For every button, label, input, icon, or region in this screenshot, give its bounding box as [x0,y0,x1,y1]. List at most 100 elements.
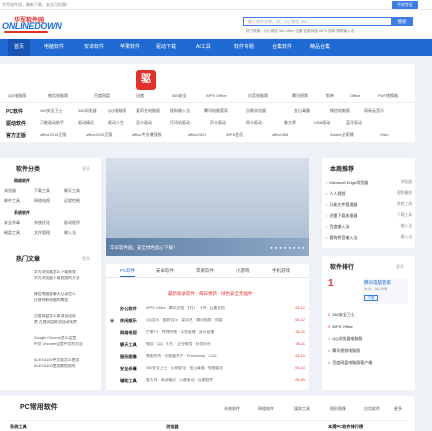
keyword-link[interactable]: 网卡驱动 [246,120,262,126]
keyword-link[interactable]: 鲁大师 [284,120,296,126]
category-link[interactable]: 下载工具 [34,188,50,194]
banner-pager-dots[interactable]: ● ● ● ● ● ● ● ● [270,245,305,250]
nav-drivers[interactable]: 驱动下载 [156,39,176,56]
category-link[interactable]: 安全杀毒 [4,220,20,226]
list-item-category[interactable]: 安全杀毒 [120,366,137,372]
list-item-name[interactable]: QQ浏览器电脑版 [332,336,362,341]
keyword-link[interactable]: 360安全卫士 [40,108,63,114]
list-item[interactable]: 图形图像 美图秀秀 · 光影魔术手 · Photoshop · CAD 06-1… [106,352,309,362]
tab-android[interactable]: 安卓软件 [156,268,174,274]
list-item-name[interactable]: 搜狗拼音输入法 [329,235,357,240]
tab-pc-software[interactable]: PC软件 [120,268,136,277]
keyword-link[interactable]: 驱动人生 [108,120,124,126]
software-ranking-more-link[interactable]: 更多 [396,264,404,270]
category-label[interactable]: 剪映 [326,93,334,99]
category-link[interactable]: 系统优化 [34,220,50,226]
section-more-link[interactable]: 更多 [394,406,402,412]
category-link[interactable]: 输入法 [64,230,76,236]
keyword-link[interactable]: Adobe全家桶 [330,132,354,138]
list-item-apps[interactable]: 鲁大师 · 驱动精灵 · 万能驱动 · 压缩软件 [146,378,276,383]
category-link[interactable]: 浏览器 [4,188,16,194]
list-item[interactable]: 辅助工具 鲁大师 · 驱动精灵 · 万能驱动 · 压缩软件 06-09 [106,376,309,386]
article-item[interactable]: 百度网盘怎么取消自动续 费 百度网盘取消自动续费 [34,314,98,325]
keyword-link[interactable]: 搜狗输入法 [170,108,190,114]
list-item[interactable]: ◉ 休闲娱乐 QQ音乐 · 酷狗音乐 · 爱奇艺 · 腾讯视频 · 优酷 06-… [106,316,309,326]
hot-search-keywords[interactable]: 热门搜索：QQ 微信 360 office 迅雷 百度网盘 WPS 剪映 搜狗输… [246,29,354,34]
list-item[interactable]: • 迅雷下载加速器 下载工具 [326,213,412,219]
article-item[interactable]: 华为浏览器怎么下载视频 华为浏览器下载视频的方法 [34,270,98,281]
list-item-apps[interactable]: 360安全卫士 · 火绒安全 · 金山毒霸 · 电脑管家 [146,366,276,371]
nav-pc-software[interactable]: 电脑软件 [44,39,64,56]
list-item-name[interactable]: 万能文件管理器 [329,202,357,207]
list-item-category[interactable]: 网络电视 [120,330,137,336]
keyword-link[interactable]: office2016正版 [40,132,66,138]
list-item[interactable]: 安全杀毒 360安全卫士 · 火绒安全 · 金山毒霸 · 电脑管家 06-10 [106,364,309,374]
list-item-name[interactable]: 迅雷下载加速器 [329,213,357,218]
site-logo[interactable]: 华军软件园 ONLINEDOWN [2,14,62,36]
category-label[interactable]: 微信电脑版 [48,93,68,99]
keyword-link[interactable]: QQ电脑版 [108,108,126,114]
category-label[interactable]: 迅雷 [136,93,144,99]
list-item-category[interactable]: 聊天工具 [120,342,137,348]
section-tab[interactable]: 应用软件 [364,406,380,412]
nav-android[interactable]: 安卓软件 [84,39,104,56]
list-item[interactable]: • 搜狗拼音输入法 输入法 [326,235,412,241]
banner-caption[interactable]: 华军软件园，安全绿色放心下载！ [110,245,178,251]
keyword-link[interactable]: 网易云音乐 [364,108,384,114]
keyword-link[interactable]: office365 [272,132,288,137]
nav-topics[interactable]: 软件专题 [234,39,254,56]
list-item-name[interactable]: 百度网盘电脑版客户端 [332,360,372,365]
list-item[interactable]: 聊天工具 微信 · QQ · 钉钉 · 企业微信 · 阿里旺旺 06-11 [106,340,309,350]
software-category-more-link[interactable]: 更多 [82,166,90,172]
search-button[interactable]: 搜索 [391,17,413,26]
list-item-category[interactable]: 办公软件 [120,306,137,312]
keyword-link[interactable]: office2019正版 [86,132,112,138]
keyword-link[interactable]: WPS会员 [226,132,243,138]
category-label[interactable]: 百度网盘 [94,93,110,99]
category-link[interactable]: 文件管理 [34,230,50,236]
nav-apple[interactable]: 苹果软件 [120,39,140,56]
hot-articles-more-link[interactable]: 更多 [82,256,90,262]
banner-image[interactable] [106,158,309,238]
list-item[interactable]: 6 百度网盘电脑版客户端 [328,360,372,366]
section-tab[interactable]: 媒体工具 [294,406,310,412]
list-item-category[interactable]: 图形图像 [120,354,137,360]
keyword-link[interactable]: USB驱动 [314,120,330,126]
keyword-link[interactable]: office2021 [188,132,206,137]
article-item[interactable]: Google Chrome怎么设置 中文 Chrome设置中文的方法 [34,336,98,347]
keyword-link[interactable]: 驱动精灵 [78,120,94,126]
category-label[interactable]: QQ电脑版 [8,93,26,99]
list-item-name[interactable]: 人人视频 [329,191,345,196]
section-tab[interactable]: 系统软件 [224,406,240,412]
category-label[interactable]: 360安全 [172,93,187,99]
category-link[interactable]: 磁盘工具 [4,230,20,236]
featured-app-icon[interactable]: 驱 [136,70,156,90]
keyword-link[interactable]: 金山毒霸 [294,108,310,114]
keyword-link[interactable]: 爱奇艺电脑版 [136,108,160,114]
list-item[interactable]: • 人人视频 视频播放 [326,191,412,197]
category-label[interactable]: 抖音电脑版 [248,93,268,99]
list-item[interactable]: 2 360安全卫士 [328,312,355,318]
tab-mini-games[interactable]: 小游戏 [236,268,250,274]
keyword-link[interactable]: 360浏览器 [78,108,97,114]
article-item[interactable]: ALEXA100中文版怎么使用 ALEXA100使用教程说明 [34,358,98,369]
list-item[interactable]: • 万能文件管理器 系统工具 [326,202,412,208]
category-link[interactable]: 网络电视 [34,198,50,204]
list-item-apps[interactable]: 芒果TV · 哔哩哔哩 · 斗鱼直播 · 虎牙直播 [146,330,276,335]
category-label[interactable]: 腾讯视频 [292,93,308,99]
list-item-apps[interactable]: QQ音乐 · 酷狗音乐 · 爱奇艺 · 腾讯视频 · 优酷 [146,318,276,323]
list-item[interactable]: 4 QQ浏览器电脑版 [328,336,362,342]
article-item[interactable]: 微信电脑版聊天记录怎么 迁移到新电脑的教程 [34,292,98,303]
list-item[interactable]: 3 WPS Office [328,324,353,329]
keyword-link[interactable]: 声卡驱动 [210,120,226,126]
list-item-apps[interactable]: WPS Office · 腾讯文档 · 钉钉 · 飞书 · 石墨文档 [146,306,276,311]
keyword-link[interactable]: 腾讯电脑管家 [204,108,228,114]
list-item-apps[interactable]: 美图秀秀 · 光影魔术手 · Photoshop · CAD [146,354,276,359]
section-tab[interactable]: 图形图像 [330,406,346,412]
download-button[interactable]: 下载 [364,295,378,301]
ranking-top-item[interactable]: 1 腾讯电脑管家 大小：56.2MB 下载 [328,278,412,306]
nav-premium[interactable]: 精品合集 [310,39,330,56]
list-item-name[interactable]: 百度输入法 [329,224,349,229]
list-item[interactable]: 网络电视 芒果TV · 哔哩哔哩 · 斗鱼直播 · 虎牙直播 06-11 [106,328,309,338]
list-item-apps[interactable]: 微信 · QQ · 钉钉 · 企业微信 · 阿里旺旺 [146,342,276,347]
